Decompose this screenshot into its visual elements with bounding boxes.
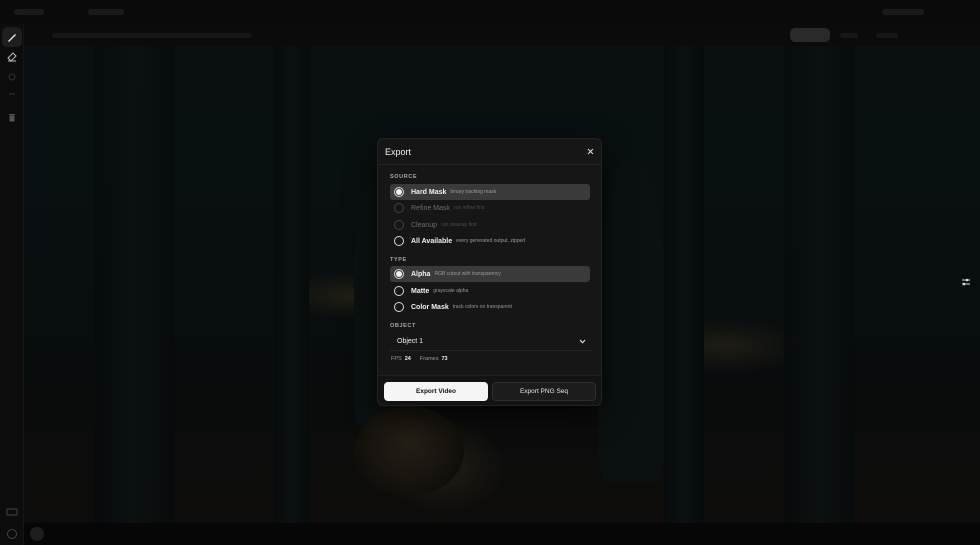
option-description: track colors on transparent bbox=[452, 304, 512, 310]
fps-value: 24 bbox=[404, 356, 411, 362]
sliders-icon bbox=[962, 278, 970, 285]
object-section-label: OBJECT bbox=[390, 323, 416, 329]
trash-icon bbox=[9, 114, 15, 122]
source-option-refine-mask: Refine Mask run refine first bbox=[390, 200, 590, 216]
type-option-alpha[interactable]: Alpha RGB cutout with transparency bbox=[390, 266, 590, 282]
option-description: RGB cutout with transparency bbox=[434, 271, 501, 277]
option-description: binary tracking mask bbox=[450, 189, 497, 195]
eraser-icon bbox=[7, 52, 17, 62]
option-label: Hard Mask bbox=[411, 188, 447, 196]
radio-button[interactable] bbox=[394, 236, 404, 246]
app-title-placeholder bbox=[14, 9, 44, 15]
arrow-icon bbox=[9, 93, 15, 95]
option-label: Refine Mask bbox=[411, 204, 450, 212]
path-placeholder bbox=[52, 33, 252, 38]
source-option-all-available[interactable]: All Available every generated output, zi… bbox=[390, 233, 590, 249]
option-label: All Available bbox=[411, 237, 453, 245]
object-select-value: Object 1 bbox=[397, 338, 424, 345]
export-png-sequence-button[interactable]: Export PNG Seq bbox=[492, 382, 596, 401]
frames-label: Frames bbox=[419, 356, 439, 362]
radio-button[interactable] bbox=[394, 286, 404, 296]
eraser-tool[interactable] bbox=[2, 46, 22, 66]
app-header bbox=[0, 0, 980, 24]
option-description: every generated output, zipped bbox=[456, 238, 526, 244]
object-select[interactable]: Object 1 bbox=[390, 333, 592, 351]
help-button[interactable] bbox=[2, 524, 22, 544]
type-option-matte[interactable]: Matte grayscale alpha bbox=[390, 283, 590, 299]
lasso-icon bbox=[8, 73, 16, 81]
account-placeholder[interactable] bbox=[882, 9, 924, 15]
divider bbox=[378, 164, 601, 165]
fps-label: FPS bbox=[391, 356, 402, 362]
keyboard-icon bbox=[6, 508, 18, 516]
delete-tool[interactable] bbox=[2, 108, 22, 128]
frames-value: 73 bbox=[441, 356, 448, 362]
radio-button bbox=[394, 203, 404, 213]
source-option-cleanup: Cleanup run cleanup first bbox=[390, 217, 590, 233]
option-description: run cleanup first bbox=[441, 222, 477, 228]
brush-tool[interactable] bbox=[2, 27, 22, 47]
move-tool[interactable] bbox=[2, 84, 22, 104]
option-description: run refine first bbox=[453, 205, 485, 211]
option-label: Matte bbox=[411, 287, 430, 295]
menu-placeholder[interactable] bbox=[88, 9, 124, 15]
type-section-label: TYPE bbox=[390, 257, 407, 263]
radio-button bbox=[394, 220, 404, 230]
option-label: Color Mask bbox=[411, 303, 449, 311]
export-dialog: Export SOURCE Hard Mask binary tracking … bbox=[377, 138, 602, 406]
export-video-button[interactable]: Export Video bbox=[384, 382, 488, 401]
adjust-button[interactable] bbox=[956, 274, 976, 290]
radio-button[interactable] bbox=[394, 187, 404, 197]
close-icon bbox=[587, 148, 593, 154]
source-option-hard-mask[interactable]: Hard Mask binary tracking mask bbox=[390, 184, 590, 200]
option-label: Alpha bbox=[411, 270, 431, 278]
toolbar-action-placeholder[interactable] bbox=[876, 33, 898, 38]
chevron-down-icon bbox=[579, 339, 586, 344]
toolbar-action-button[interactable] bbox=[790, 28, 830, 42]
keyboard-button[interactable] bbox=[2, 502, 22, 522]
dialog-title: Export bbox=[385, 147, 412, 157]
status-bar bbox=[24, 523, 980, 545]
toolbar-action-placeholder[interactable] bbox=[840, 33, 858, 38]
type-option-color-mask[interactable]: Color Mask track colors on transparent bbox=[390, 299, 590, 315]
radio-button[interactable] bbox=[394, 302, 404, 312]
editor-toolbar bbox=[24, 24, 980, 46]
brush-icon bbox=[8, 34, 16, 42]
radio-button[interactable] bbox=[394, 269, 404, 279]
source-section-label: SOURCE bbox=[390, 174, 418, 180]
help-icon bbox=[7, 529, 17, 539]
option-label: Cleanup bbox=[411, 221, 438, 229]
option-description: grayscale alpha bbox=[433, 288, 469, 294]
close-button[interactable] bbox=[584, 145, 596, 157]
export-info: FPS 24 Frames 73 bbox=[391, 356, 454, 362]
avatar[interactable] bbox=[30, 527, 44, 541]
tool-rail bbox=[0, 24, 24, 545]
